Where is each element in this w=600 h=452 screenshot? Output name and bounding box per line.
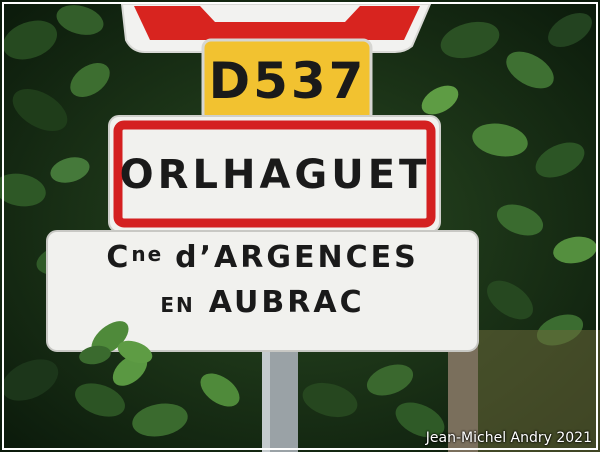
commune-prefix: C	[106, 240, 132, 275]
commune-aubrac: AUBRAC	[208, 285, 365, 320]
commune-en: EN	[160, 293, 195, 317]
road-number-label: D537	[208, 52, 367, 110]
photo-frame: D537 ORLHAGUET C ne d’ARGENCES EN AUBRAC…	[0, 0, 600, 452]
commune-name: d’ARGENCES	[175, 240, 419, 275]
commune-superscript: ne	[131, 242, 164, 266]
photo-credit: Jean-Michel Andry 2021	[425, 430, 592, 446]
commune-line-2: EN AUBRAC	[50, 285, 475, 320]
commune-line-1: C ne d’ARGENCES	[50, 240, 475, 275]
town-name-label: ORLHAGUET	[119, 152, 431, 198]
